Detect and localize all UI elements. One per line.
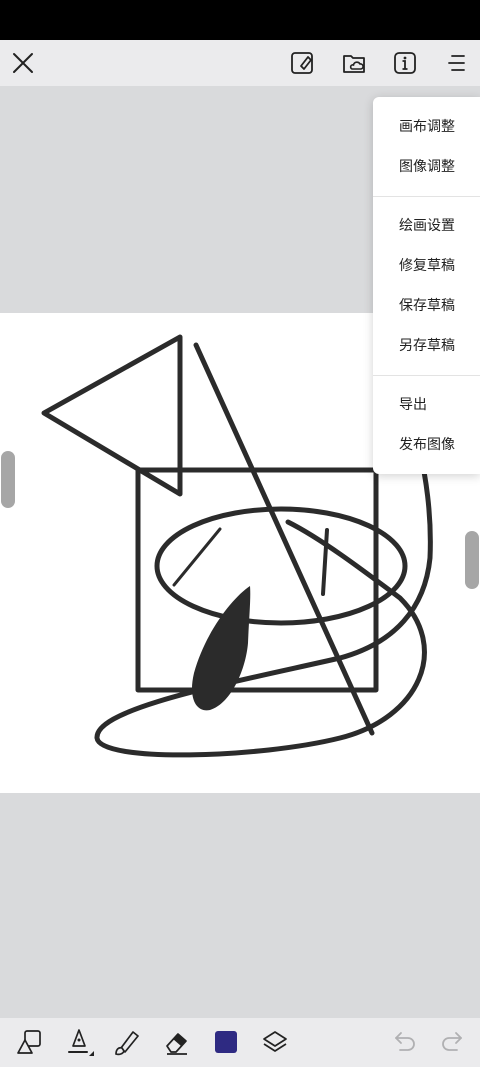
menu-item-save-draft-as[interactable]: 另存草稿 [373,326,480,366]
shapes-icon[interactable] [14,1027,44,1057]
undo-icon[interactable] [390,1027,420,1057]
right-slider-handle[interactable] [465,531,479,589]
menu-item-image-adjust[interactable]: 图像调整 [373,147,480,187]
menu-item-drawing-settings[interactable]: 绘画设置 [373,206,480,246]
more-menu-icon[interactable] [442,48,472,78]
redo-icon[interactable] [437,1027,467,1057]
color-swatch[interactable] [215,1031,237,1053]
ellipse-stroke [154,506,408,626]
info-icon[interactable] [390,48,420,78]
left-slider-handle[interactable] [1,451,15,508]
menu-item-publish-image[interactable]: 发布图像 [373,425,480,465]
top-toolbar [0,40,480,86]
short-line-stroke [321,528,329,596]
brush-icon[interactable] [112,1027,142,1057]
overflow-menu: 画布调整 图像调整 绘画设置 修复草稿 保存草稿 另存草稿 导出 发布图像 [373,97,480,474]
close-icon[interactable] [8,48,38,78]
menu-divider [373,375,480,376]
layers-icon[interactable] [260,1027,290,1057]
edit-canvas-icon[interactable] [287,48,317,78]
menu-item-save-draft[interactable]: 保存草稿 [373,286,480,326]
short-slash-stroke [172,527,222,587]
status-bar [0,0,480,40]
menu-item-export[interactable]: 导出 [373,385,480,425]
menu-divider [373,196,480,197]
bottom-toolbar [0,1018,480,1067]
cloud-folder-icon[interactable] [339,48,369,78]
eraser-icon[interactable] [162,1027,192,1057]
menu-item-canvas-adjust[interactable]: 画布调整 [373,107,480,147]
pen-icon[interactable] [64,1027,96,1059]
menu-item-repair-draft[interactable]: 修复草稿 [373,246,480,286]
